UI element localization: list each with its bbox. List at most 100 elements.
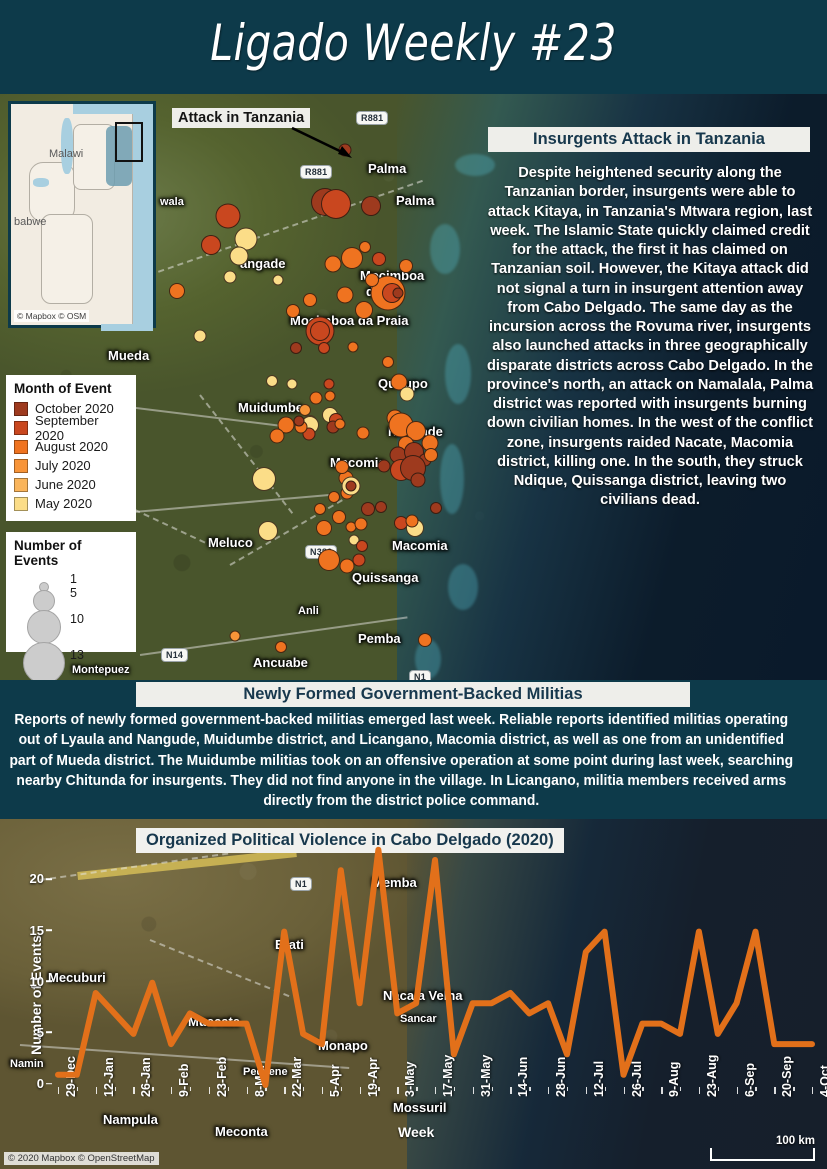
event-bubble[interactable] bbox=[365, 273, 379, 287]
event-bubble[interactable] bbox=[372, 252, 386, 266]
event-bubble[interactable] bbox=[399, 386, 415, 402]
color-swatch bbox=[14, 477, 28, 492]
event-bubble[interactable] bbox=[347, 341, 359, 353]
inset-map[interactable]: Malawi babwe © Mapbox © OSM bbox=[8, 101, 156, 331]
inset-label-zimbabwe: babwe bbox=[14, 216, 47, 228]
event-bubble[interactable] bbox=[392, 287, 404, 299]
road-shield: N14 bbox=[161, 648, 189, 662]
inset-lake bbox=[61, 118, 73, 174]
event-bubble[interactable] bbox=[252, 467, 276, 491]
event-bubble[interactable] bbox=[356, 540, 368, 552]
color-swatch bbox=[14, 401, 28, 416]
event-bubble[interactable] bbox=[332, 510, 346, 524]
event-bubble[interactable] bbox=[328, 491, 340, 503]
event-bubble[interactable] bbox=[223, 270, 237, 284]
event-bubble[interactable] bbox=[430, 502, 442, 514]
month-legend-item[interactable]: June 2020 bbox=[14, 475, 126, 494]
event-bubble[interactable] bbox=[229, 246, 249, 266]
event-bubble[interactable] bbox=[318, 342, 330, 354]
event-bubble[interactable] bbox=[229, 630, 241, 642]
event-bubble[interactable] bbox=[356, 426, 370, 440]
month-legend-label: July 2020 bbox=[35, 458, 91, 473]
event-bubble[interactable] bbox=[316, 520, 332, 536]
month-legend-item[interactable]: May 2020 bbox=[14, 494, 126, 513]
event-bubble[interactable] bbox=[215, 203, 241, 229]
event-bubble[interactable] bbox=[324, 255, 342, 273]
road-shield: R881 bbox=[300, 165, 333, 179]
event-bubble[interactable] bbox=[359, 241, 371, 253]
event-bubble[interactable] bbox=[258, 521, 278, 541]
event-bubble[interactable] bbox=[193, 329, 207, 343]
color-swatch bbox=[14, 439, 28, 454]
event-bubble[interactable] bbox=[310, 321, 330, 341]
event-bubble[interactable] bbox=[201, 235, 221, 255]
reef-shape bbox=[448, 564, 478, 610]
event-bubble[interactable] bbox=[303, 293, 317, 307]
month-legend-label: June 2020 bbox=[35, 477, 96, 492]
inset-lake bbox=[33, 178, 49, 187]
event-bubble[interactable] bbox=[314, 503, 326, 515]
scale-bar bbox=[710, 1148, 815, 1161]
event-bubble[interactable] bbox=[336, 286, 354, 304]
event-bubble[interactable] bbox=[334, 418, 346, 430]
month-legend-item[interactable]: July 2020 bbox=[14, 456, 126, 475]
color-swatch bbox=[14, 420, 28, 435]
map-place-label: Macomia bbox=[392, 538, 448, 553]
color-swatch bbox=[14, 496, 28, 511]
road-shield: R881 bbox=[356, 111, 389, 125]
event-bubble[interactable] bbox=[286, 378, 298, 390]
map-place-label: Ancuabe bbox=[253, 655, 308, 670]
number-of-events-legend: Number of Events 1 5 10 13 bbox=[6, 532, 136, 680]
event-bubble[interactable] bbox=[424, 448, 438, 462]
inset-country-outline bbox=[41, 214, 93, 304]
month-legend-label: September 2020 bbox=[35, 412, 99, 443]
map-place-label: Palma bbox=[368, 161, 407, 176]
event-bubble[interactable] bbox=[335, 460, 349, 474]
event-bubble[interactable] bbox=[321, 189, 351, 219]
road-shield: N1 bbox=[409, 670, 431, 680]
event-bubble[interactable] bbox=[269, 428, 285, 444]
tanzania-panel-body: Despite heightened security along the Ta… bbox=[486, 165, 814, 509]
color-swatch bbox=[14, 458, 28, 473]
event-bubble[interactable] bbox=[286, 304, 300, 318]
map-place-label: Quissanga bbox=[352, 570, 419, 585]
main-map[interactable]: R881R881N380N14N1 PalmaPalmawalaangadeMo… bbox=[0, 94, 827, 680]
event-bubble[interactable] bbox=[324, 390, 336, 402]
inset-label-malawi: Malawi bbox=[49, 148, 84, 160]
event-bubble[interactable] bbox=[375, 501, 387, 513]
event-bubble[interactable] bbox=[361, 502, 375, 516]
size-legend-circle bbox=[33, 590, 55, 612]
event-bubble[interactable] bbox=[339, 558, 355, 574]
inset-focus-box bbox=[115, 122, 143, 162]
event-bubble[interactable] bbox=[418, 633, 432, 647]
event-bubble[interactable] bbox=[355, 301, 373, 319]
event-bubble[interactable] bbox=[405, 514, 419, 528]
event-bubble[interactable] bbox=[361, 196, 381, 216]
event-bubble[interactable] bbox=[272, 274, 284, 286]
event-bubble[interactable] bbox=[318, 549, 340, 571]
event-bubble[interactable] bbox=[354, 517, 368, 531]
map-attribution: © 2020 Mapbox © OpenStreetMap bbox=[4, 1152, 159, 1165]
event-bubble[interactable] bbox=[382, 356, 394, 368]
event-bubble[interactable] bbox=[345, 480, 357, 492]
reef-shape bbox=[440, 444, 464, 514]
map-place-label: Montepuez bbox=[72, 664, 130, 676]
event-bubble[interactable] bbox=[399, 259, 413, 273]
size-legend-label: 5 bbox=[70, 586, 77, 600]
event-bubble[interactable] bbox=[290, 342, 302, 354]
event-bubble[interactable] bbox=[377, 459, 391, 473]
event-bubble[interactable] bbox=[410, 472, 426, 488]
size-legend-circles: 1 5 10 13 bbox=[14, 572, 134, 680]
event-bubble[interactable] bbox=[323, 378, 335, 390]
event-bubble[interactable] bbox=[275, 641, 287, 653]
reef-shape bbox=[430, 224, 460, 274]
size-legend-title: Number of Events bbox=[14, 538, 82, 568]
event-bubble[interactable] bbox=[169, 283, 185, 299]
militia-section: Newly Formed Government-Backed Militias … bbox=[0, 682, 827, 819]
chart-line-plot bbox=[55, 846, 815, 1088]
month-legend-item[interactable]: September 2020 bbox=[14, 413, 126, 443]
event-bubble[interactable] bbox=[309, 391, 323, 405]
size-legend-circle bbox=[23, 642, 65, 680]
event-bubble[interactable] bbox=[266, 375, 278, 387]
event-bubble[interactable] bbox=[293, 415, 305, 427]
